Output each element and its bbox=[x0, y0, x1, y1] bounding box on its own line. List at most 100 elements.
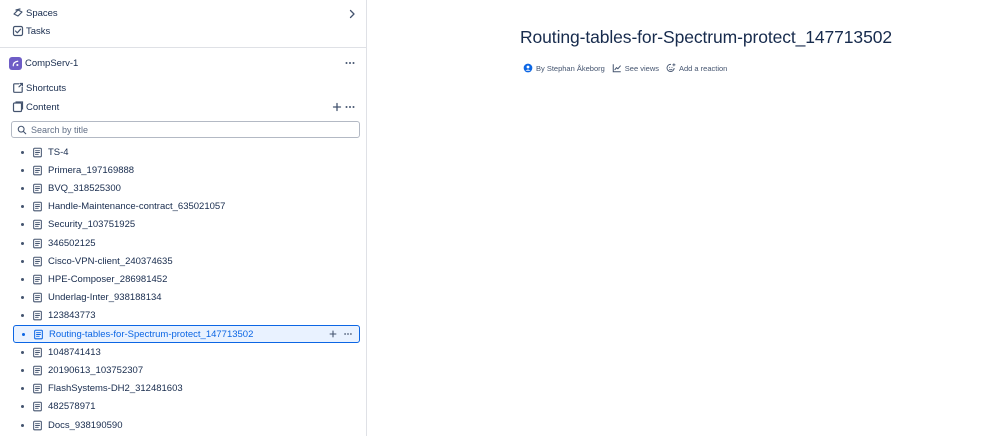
plus-icon[interactable] bbox=[330, 100, 344, 114]
checkbox-icon bbox=[11, 24, 25, 38]
page-icon bbox=[32, 383, 43, 394]
space-header[interactable]: CompServ-1 bbox=[0, 54, 366, 72]
sidebar: Spaces Tasks CompServ-1 Shortcuts Conten… bbox=[0, 0, 367, 436]
tree-item-label: 123843773 bbox=[48, 310, 96, 322]
tree-item-label: Cisco-VPN-client_240374635 bbox=[48, 255, 173, 267]
tree-item[interactable]: 482578971 bbox=[13, 398, 360, 416]
tree-item[interactable]: 1048741413 bbox=[13, 343, 360, 361]
page-icon bbox=[32, 256, 43, 267]
tree-item-label: Docs_938190590 bbox=[48, 419, 123, 431]
divider bbox=[0, 47, 366, 48]
avatar-icon bbox=[523, 63, 533, 73]
bullet-icon[interactable] bbox=[21, 296, 24, 300]
bullet-icon[interactable] bbox=[21, 168, 24, 172]
sidebar-item-tasks[interactable]: Tasks bbox=[0, 22, 366, 40]
search-input[interactable] bbox=[31, 124, 331, 135]
bullet-icon[interactable] bbox=[21, 277, 24, 281]
bullet-icon[interactable] bbox=[22, 332, 25, 336]
emoji-add-icon bbox=[666, 63, 676, 72]
page-icon bbox=[32, 365, 43, 376]
add-reaction-button[interactable]: Add a reaction bbox=[666, 63, 727, 73]
tree-item[interactable]: Docs_938190590 bbox=[13, 416, 360, 434]
page-title: Routing-tables-for-Spectrum-protect_1477… bbox=[520, 27, 892, 47]
tree-item[interactable]: 123843773 bbox=[13, 307, 360, 325]
tree-item[interactable]: Security_103751925 bbox=[13, 216, 360, 234]
tree-item-label: 346502125 bbox=[48, 237, 96, 249]
author-name: By Stephan Åkeborg bbox=[536, 63, 605, 73]
tree-item[interactable]: BVQ_318525300 bbox=[13, 179, 360, 197]
page-icon bbox=[32, 165, 43, 176]
tree-item-label: Security_103751925 bbox=[48, 219, 136, 231]
sidebar-item-spaces[interactable]: Spaces bbox=[0, 4, 366, 22]
analytics-icon bbox=[612, 64, 621, 73]
sidebar-item-tasks-label: Tasks bbox=[26, 25, 51, 37]
author[interactable]: By Stephan Åkeborg bbox=[523, 63, 605, 73]
page-byline: By Stephan Åkeborg See views Add a react… bbox=[523, 63, 734, 73]
bullet-icon[interactable] bbox=[21, 405, 24, 409]
tree-item[interactable]: 20190613_103752307 bbox=[13, 361, 360, 379]
bullet-icon[interactable] bbox=[21, 259, 24, 263]
tree-item-label: FlashSystems-DH2_312481603 bbox=[48, 383, 183, 395]
more-icon[interactable] bbox=[343, 329, 353, 339]
content-icon bbox=[11, 100, 25, 114]
sidebar-item-spaces-label: Spaces bbox=[26, 7, 58, 19]
page-icon bbox=[32, 420, 43, 431]
tree-item[interactable]: Cisco-VPN-client_240374635 bbox=[13, 252, 360, 270]
sidebar-item-shortcuts-label: Shortcuts bbox=[26, 82, 67, 94]
page-icon bbox=[32, 310, 43, 321]
tree-item-label: Primera_197169888 bbox=[48, 164, 135, 176]
tree-item[interactable]: FlashSystems-DH2_312481603 bbox=[13, 380, 360, 398]
more-icon[interactable] bbox=[343, 100, 357, 114]
see-views-link[interactable]: See views bbox=[612, 63, 659, 73]
bullet-icon[interactable] bbox=[21, 350, 24, 354]
plus-icon[interactable] bbox=[328, 329, 338, 339]
page-icon bbox=[32, 147, 43, 158]
tree-item[interactable]: TS-4 bbox=[13, 143, 360, 161]
sidebar-item-content[interactable]: Content bbox=[0, 98, 366, 116]
page-icon bbox=[32, 347, 43, 358]
bullet-icon[interactable] bbox=[21, 150, 24, 154]
tree-item[interactable]: Primera_197169888 bbox=[13, 161, 360, 179]
tree-item-label: Routing-tables-for-Spectrum-protect_1477… bbox=[49, 328, 254, 340]
page-icon bbox=[32, 219, 43, 230]
bullet-icon[interactable] bbox=[21, 387, 24, 391]
main-content: Routing-tables-for-Spectrum-protect_1477… bbox=[368, 0, 999, 436]
add-reaction-label: Add a reaction bbox=[678, 63, 728, 73]
tree-item-label: Handle-Maintenance-contract_635021057 bbox=[48, 201, 226, 213]
tree-item-label: HPE-Composer_286981452 bbox=[48, 273, 168, 285]
bullet-icon[interactable] bbox=[21, 223, 24, 227]
tree-item[interactable]: 346502125 bbox=[13, 234, 360, 252]
tree-item-label: 1048741413 bbox=[48, 346, 101, 358]
bullet-icon[interactable] bbox=[21, 423, 24, 427]
tree-item[interactable]: HPE-Composer_286981452 bbox=[13, 270, 360, 288]
page-icon bbox=[32, 201, 43, 212]
sidebar-item-shortcuts[interactable]: Shortcuts bbox=[0, 79, 366, 97]
space-name: CompServ-1 bbox=[25, 57, 79, 69]
tree-item-label: TS-4 bbox=[48, 146, 69, 158]
page-icon bbox=[32, 238, 43, 249]
bullet-icon[interactable] bbox=[21, 186, 24, 190]
page-icon bbox=[33, 329, 44, 340]
space-logo-icon bbox=[9, 56, 22, 70]
bullet-icon[interactable] bbox=[21, 368, 24, 372]
search-icon bbox=[17, 125, 27, 135]
more-icon[interactable] bbox=[343, 56, 357, 70]
search-field[interactable] bbox=[11, 121, 360, 138]
tree-item-actions bbox=[328, 329, 353, 339]
tree-item[interactable]: Handle-Maintenance-contract_635021057 bbox=[13, 198, 360, 216]
page-icon bbox=[32, 274, 43, 285]
sidebar-item-content-label: Content bbox=[26, 101, 60, 113]
spaces-icon bbox=[11, 6, 25, 20]
bullet-icon[interactable] bbox=[21, 241, 24, 245]
tree-item-label: 482578971 bbox=[48, 401, 96, 413]
bullet-icon[interactable] bbox=[21, 314, 24, 318]
tree-item[interactable]: Underlag-Inter_938188134 bbox=[13, 289, 360, 307]
tree-item-label: 20190613_103752307 bbox=[48, 364, 144, 376]
see-views-label: See views bbox=[624, 63, 659, 73]
tree-item[interactable]: Routing-tables-for-Spectrum-protect_1477… bbox=[13, 325, 360, 343]
bullet-icon[interactable] bbox=[21, 205, 24, 209]
tree-item-label: BVQ_318525300 bbox=[48, 182, 121, 194]
chevron-right-icon[interactable] bbox=[345, 7, 359, 21]
shortcut-icon bbox=[11, 81, 25, 95]
page-icon bbox=[32, 401, 43, 412]
